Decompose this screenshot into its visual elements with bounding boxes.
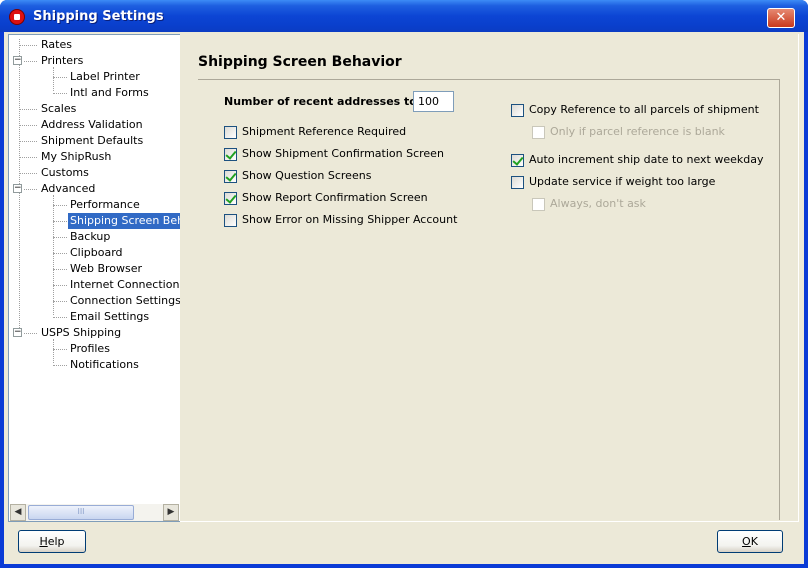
checkbox[interactable] [511, 176, 524, 189]
tree-item-label: Clipboard [70, 246, 123, 259]
checkbox[interactable] [224, 148, 237, 161]
help-button[interactable]: Help [18, 530, 86, 553]
tree-branch [53, 285, 67, 286]
tree-item-label: Scales [41, 102, 77, 115]
help-label-mnemonic: H [39, 535, 48, 548]
option-label: Update service if weight too large [529, 175, 716, 188]
tree-item-label: Label Printer [70, 70, 140, 83]
ok-label-rest: K [750, 535, 758, 548]
tree-branch [19, 173, 37, 174]
tree-branch [24, 333, 37, 334]
checkbox[interactable] [224, 170, 237, 183]
tree-branch [53, 253, 67, 254]
checkbox [532, 126, 545, 139]
option-label: Always, don't ask [550, 197, 646, 210]
ok-label-mnemonic: O [742, 535, 751, 548]
tree-branch [53, 93, 67, 94]
tree-item-label: Customs [41, 166, 89, 179]
tree-branch [53, 349, 67, 350]
checkbox[interactable] [224, 214, 237, 227]
tree-item-label: My ShipRush [41, 150, 112, 163]
tree-item-label: Printers [41, 54, 84, 67]
tree-branch [19, 141, 37, 142]
option-label: Show Error on Missing Shipper Account [242, 213, 458, 226]
collapse-icon[interactable]: − [13, 184, 22, 193]
settings-tree: Rates − Printers Label Printer Intl and … [8, 34, 187, 522]
tree-branch [24, 61, 37, 62]
option-label: Shipment Reference Required [242, 125, 407, 138]
checkbox[interactable] [224, 126, 237, 139]
tree-item-label: Backup [70, 230, 111, 243]
tree-branch [53, 77, 67, 78]
tree-item-label: Performance [70, 198, 140, 211]
tree-connector [53, 339, 54, 363]
panel-frame [198, 79, 780, 520]
option-label: Show Question Screens [242, 169, 372, 182]
scroll-thumb[interactable]: III [28, 505, 134, 520]
scroll-right-icon[interactable]: ▶ [163, 504, 179, 521]
tree-item-label: Web Browser [70, 262, 143, 275]
option-label: Copy Reference to all parcels of shipmen… [529, 103, 759, 116]
tree-branch [53, 365, 67, 366]
collapse-icon[interactable]: − [13, 328, 22, 337]
option-label: Show Shipment Confirmation Screen [242, 147, 444, 160]
tree-item-label: Intl and Forms [70, 86, 149, 99]
page-title: Shipping Screen Behavior [198, 54, 402, 70]
tree-branch [53, 301, 67, 302]
tree-item-label: Internet Connection [70, 278, 180, 291]
tree-item-label: Connection Settings [70, 294, 181, 307]
shipping-settings-window: Shipping Settings ✕ Rates − Printers Lab… [0, 0, 808, 568]
checkbox[interactable] [511, 154, 524, 167]
close-button[interactable]: ✕ [767, 8, 795, 28]
tree-item-label: USPS Shipping [41, 326, 122, 339]
settings-panel: Shipping Screen Behavior Number of recen… [180, 34, 799, 522]
tree-item-label: Shipping Screen Beh [68, 213, 187, 229]
app-icon [9, 9, 25, 25]
title-bar[interactable]: Shipping Settings ✕ [0, 0, 808, 32]
tree-branch [19, 157, 37, 158]
tree-horizontal-scrollbar[interactable]: ◀ III ▶ [10, 504, 179, 521]
tree-branch [19, 125, 37, 126]
tree-item-label: Rates [41, 38, 72, 51]
client-area: Rates − Printers Label Printer Intl and … [4, 32, 804, 564]
option-label: Show Report Confirmation Screen [242, 191, 428, 204]
tree-branch [53, 269, 67, 270]
option-label: Auto increment ship date to next weekday [529, 153, 764, 166]
checkbox[interactable] [224, 192, 237, 205]
recent-addresses-input[interactable] [413, 91, 454, 112]
scroll-left-icon[interactable]: ◀ [10, 504, 26, 521]
tree-item-label: Profiles [70, 342, 110, 355]
tree-branch [24, 189, 37, 190]
checkbox [532, 198, 545, 211]
collapse-icon[interactable]: − [13, 56, 22, 65]
tree-branch [53, 237, 67, 238]
tree-branch [19, 109, 37, 110]
tree-branch [19, 45, 37, 46]
tree-item-label: Advanced [41, 182, 96, 195]
option-label: Only if parcel reference is blank [550, 125, 725, 138]
tree-connector [53, 67, 54, 91]
tree-branch [53, 221, 67, 222]
tree-item-label: Notifications [70, 358, 139, 371]
help-label-rest: elp [47, 535, 65, 548]
tree-item-label: Email Settings [70, 310, 150, 323]
tree-item-label: Shipment Defaults [41, 134, 144, 147]
checkbox[interactable] [511, 104, 524, 117]
ok-button[interactable]: OK [717, 530, 783, 553]
window-title: Shipping Settings [33, 9, 164, 24]
tree-branch [53, 205, 67, 206]
tree-item-shipping-screen-behavior[interactable]: Shipping Screen Beh [53, 213, 187, 229]
tree-branch [53, 317, 67, 318]
tree-item-label: Address Validation [41, 118, 143, 131]
